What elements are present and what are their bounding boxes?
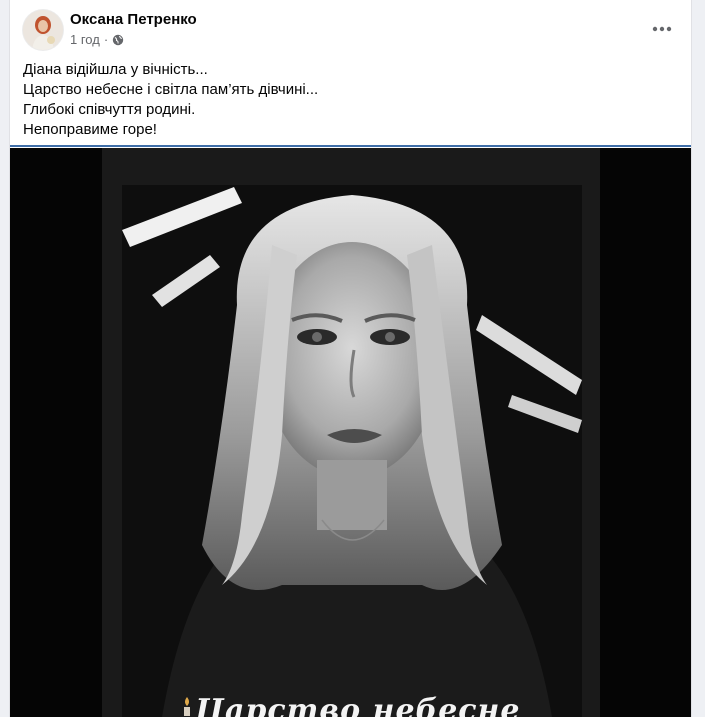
post-text-line: Діана відійшла у вічність... <box>23 61 208 78</box>
post-header: Оксана Петренко 1 год · <box>10 0 691 58</box>
post-text: Діана відійшла у вічність... Царство неб… <box>23 60 673 140</box>
avatar-image <box>23 10 63 50</box>
more-options-button[interactable] <box>647 14 677 44</box>
more-dots-icon <box>652 26 672 32</box>
memorial-overlay-text: Царство небесне <box>195 693 521 717</box>
meta-separator: · <box>103 32 109 47</box>
candle-icon <box>180 696 194 716</box>
author-avatar[interactable] <box>23 10 63 50</box>
portrait-image <box>122 185 582 717</box>
post-card: Оксана Петренко 1 год · Діана відійшла у… <box>10 0 691 717</box>
post-text-line: Глибокі співчуття родині. <box>23 101 196 118</box>
globe-icon <box>112 34 124 46</box>
post-time[interactable]: 1 год <box>70 32 100 47</box>
author-name[interactable]: Оксана Петренко <box>70 11 197 28</box>
post-text-line: Непоправиме горе! <box>23 121 157 138</box>
post-meta: 1 год · <box>70 32 124 47</box>
post-photo[interactable]: Царство небесне <box>10 148 691 717</box>
post-text-line: Царство небесне і світла пам’ять дівчині… <box>23 81 319 98</box>
photo-top-border <box>10 145 691 147</box>
